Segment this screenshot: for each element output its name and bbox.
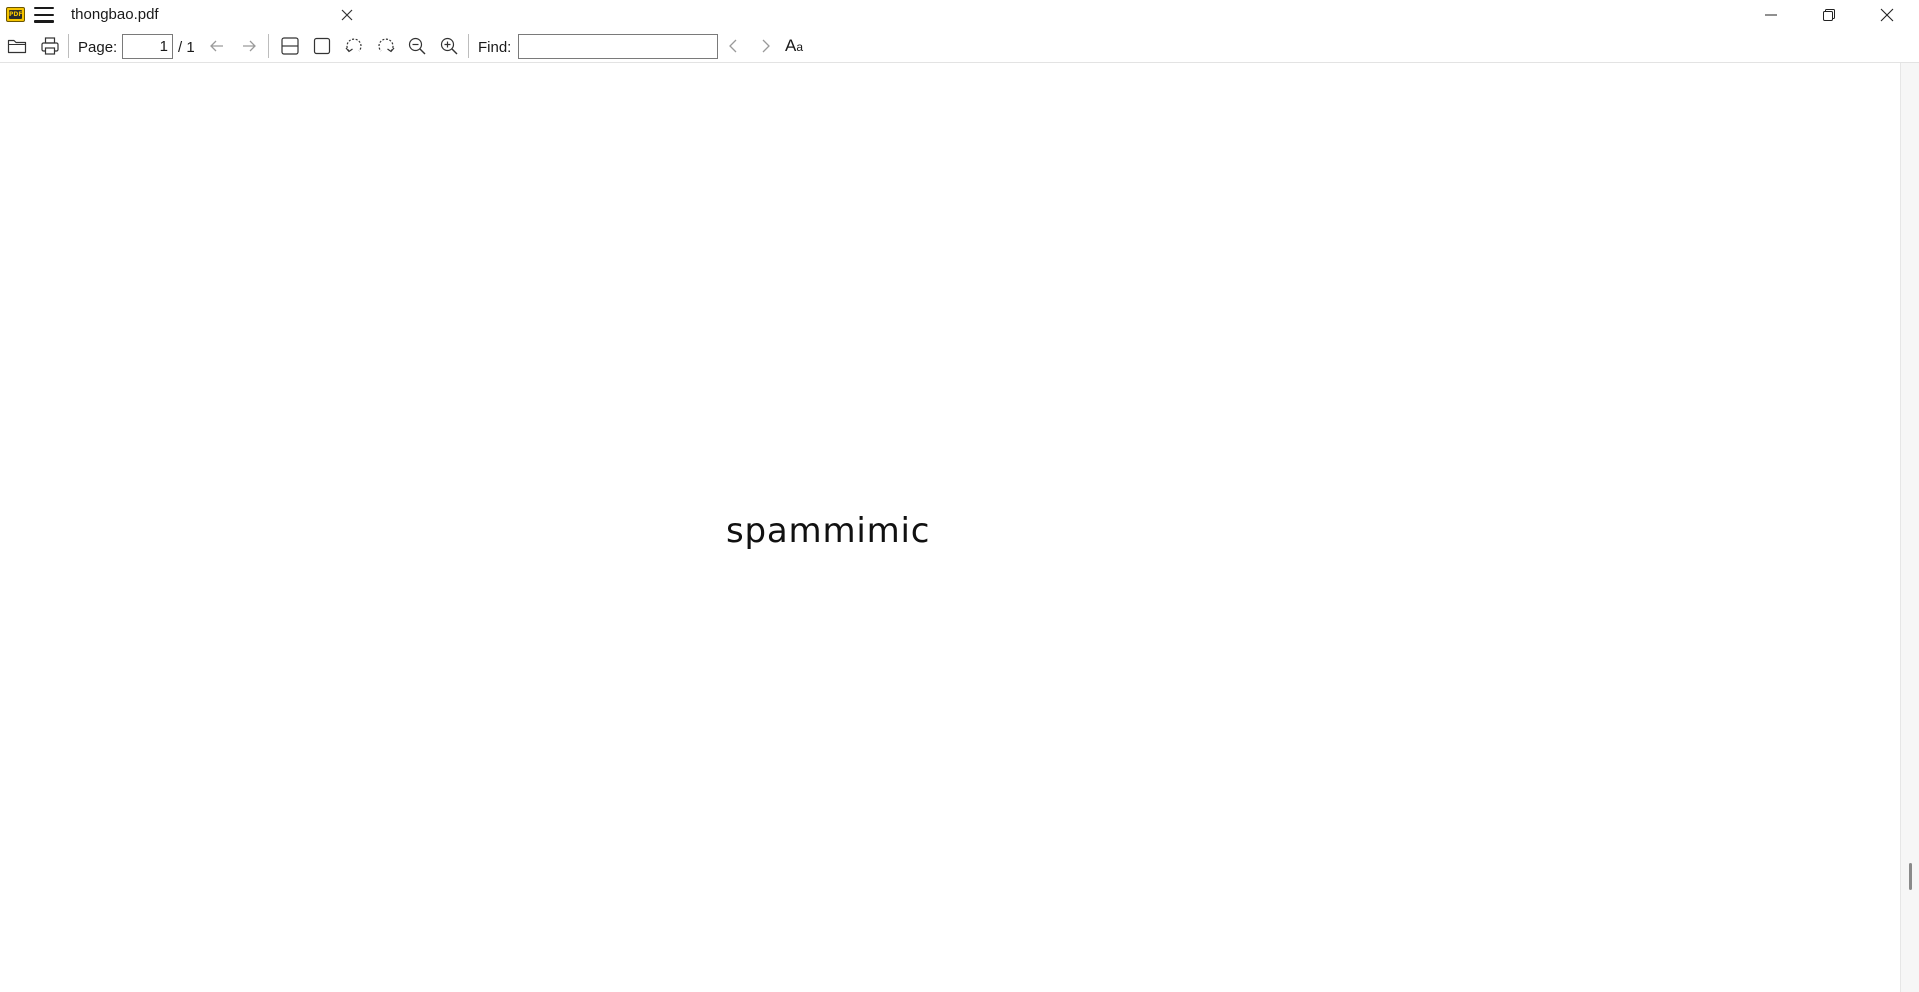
toolbar: Page: / 1 Find: Aa bbox=[0, 29, 1919, 63]
page-total: / 1 bbox=[178, 39, 195, 56]
document-text: spammimic bbox=[726, 511, 931, 551]
find-previous-icon[interactable] bbox=[723, 35, 745, 57]
hamburger-menu-icon[interactable] bbox=[34, 7, 54, 23]
fit-width-icon[interactable] bbox=[279, 35, 301, 57]
document-view[interactable]: spammimic bbox=[0, 63, 1900, 992]
rotate-left-icon[interactable] bbox=[343, 35, 365, 57]
title-bar: PDF thongbao.pdf bbox=[0, 0, 1919, 29]
open-icon[interactable] bbox=[6, 35, 28, 57]
restore-button[interactable] bbox=[1800, 0, 1858, 29]
toolbar-separator bbox=[468, 34, 469, 58]
find-next-icon[interactable] bbox=[754, 35, 776, 57]
find-label: Find: bbox=[478, 39, 512, 56]
zoom-in-icon[interactable] bbox=[438, 35, 460, 57]
match-case-label-small: a bbox=[796, 40, 804, 54]
vertical-scrollbar[interactable] bbox=[1900, 63, 1919, 992]
fit-page-icon[interactable] bbox=[311, 35, 333, 57]
toolbar-separator bbox=[68, 34, 69, 58]
minimize-button[interactable] bbox=[1742, 0, 1800, 29]
previous-page-icon[interactable] bbox=[206, 35, 228, 57]
next-page-icon[interactable] bbox=[238, 35, 260, 57]
app-logo-icon: PDF bbox=[6, 7, 25, 22]
app-logo-text: PDF bbox=[9, 10, 23, 19]
match-case-label-big: A bbox=[785, 36, 797, 55]
rotate-right-icon[interactable] bbox=[375, 35, 397, 57]
page-number-input[interactable] bbox=[122, 34, 173, 59]
close-window-button[interactable] bbox=[1858, 0, 1916, 29]
page-label: Page: bbox=[78, 39, 118, 56]
find-input[interactable] bbox=[518, 34, 718, 59]
toolbar-separator bbox=[268, 34, 269, 58]
zoom-out-icon[interactable] bbox=[406, 35, 428, 57]
document-tab-title[interactable]: thongbao.pdf bbox=[71, 6, 159, 23]
close-tab-icon[interactable] bbox=[339, 7, 355, 23]
match-case-icon[interactable]: Aa bbox=[785, 37, 803, 56]
scrollbar-thumb[interactable] bbox=[1909, 863, 1912, 890]
print-icon[interactable] bbox=[39, 35, 61, 57]
